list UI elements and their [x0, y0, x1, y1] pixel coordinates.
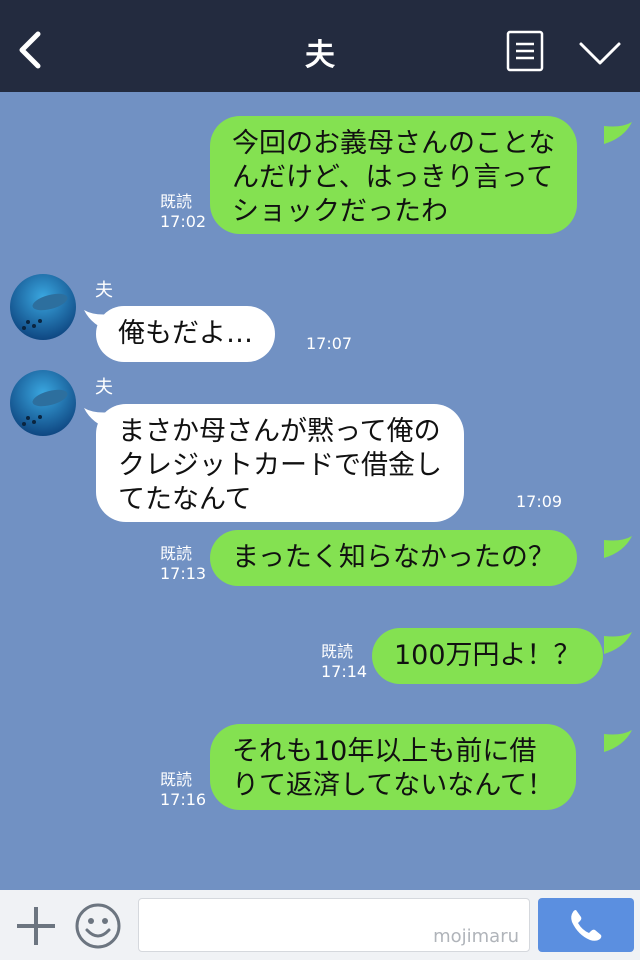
sender-name: 夫: [95, 377, 113, 398]
list-icon[interactable]: [506, 30, 544, 72]
avatar-image: [10, 370, 76, 436]
bubble-tail: [604, 632, 632, 654]
message-meta: 既読 17:14: [321, 642, 367, 682]
message-line: 100万円よ！？: [394, 640, 581, 671]
message-line: ショックだったわ: [232, 196, 448, 227]
watermark: mojimaru: [433, 926, 519, 947]
message-line: まさか母さんが黙って俺の: [118, 416, 441, 447]
message-meta: 既読 17:16: [160, 770, 206, 810]
plus-icon[interactable]: [14, 904, 58, 948]
message-bubble[interactable]: まさか母さんが黙って俺の クレジットカードで借金し てたなんて: [96, 404, 464, 522]
read-receipt: 既読: [160, 544, 193, 563]
message-line: クレジットカードで借金し: [118, 450, 442, 481]
message-line: てたなんて: [118, 484, 252, 515]
message-line: 俺もだよ…: [118, 318, 253, 349]
message-bubble[interactable]: それも10年以上も前に借 りて返済してないなんて！: [210, 724, 576, 810]
message-line: りて返済してないなんて！: [232, 770, 554, 801]
message-time: 17:13: [160, 564, 207, 583]
read-receipt: 既読: [321, 642, 354, 661]
message-time: 17:14: [321, 662, 368, 681]
message-time: 17:07: [306, 334, 353, 353]
avatar[interactable]: [10, 370, 76, 436]
message-input[interactable]: mojimaru: [138, 898, 530, 952]
message-line: んだけど、はっきり言って: [232, 162, 554, 193]
avatar[interactable]: [10, 274, 76, 340]
message-meta: 既読 17:02: [160, 192, 206, 232]
message-bubble[interactable]: 俺もだよ…: [96, 306, 275, 362]
message-line: まったく知らなかったの？: [232, 542, 555, 573]
message-bubble[interactable]: まったく知らなかったの？: [210, 530, 577, 586]
avatar-image: [10, 274, 76, 340]
message-time: 17:02: [160, 212, 207, 231]
smiley-icon[interactable]: [74, 902, 122, 950]
message-line: 今回のお義母さんのことな: [232, 128, 556, 159]
read-receipt: 既読: [160, 770, 193, 789]
message-time: 17:09: [516, 492, 563, 511]
message-composer: mojimaru: [0, 890, 640, 960]
chevron-down-icon[interactable]: [578, 36, 622, 70]
bubble-tail: [604, 536, 632, 558]
message-bubble[interactable]: 100万円よ！？: [372, 628, 603, 684]
bubble-tail: [604, 122, 632, 144]
sender-name: 夫: [95, 280, 113, 301]
call-button[interactable]: [538, 898, 634, 952]
message-time: 17:16: [160, 790, 207, 809]
phone-icon: [571, 910, 602, 941]
message-meta: 既読 17:13: [160, 544, 206, 584]
bubble-tail: [604, 730, 632, 752]
message-line: それも10年以上も前に借: [232, 736, 537, 767]
message-bubble[interactable]: 今回のお義母さんのことな んだけど、はっきり言って ショックだったわ: [210, 116, 578, 234]
chat-header: 夫: [0, 0, 640, 92]
chevron-left-icon[interactable]: [14, 30, 46, 70]
chat-title: 夫: [305, 38, 335, 73]
read-receipt: 既読: [160, 192, 193, 211]
message-list[interactable]: 既読 17:02 今回のお義母さんのことな んだけど、はっきり言って ショックだ…: [0, 92, 640, 890]
